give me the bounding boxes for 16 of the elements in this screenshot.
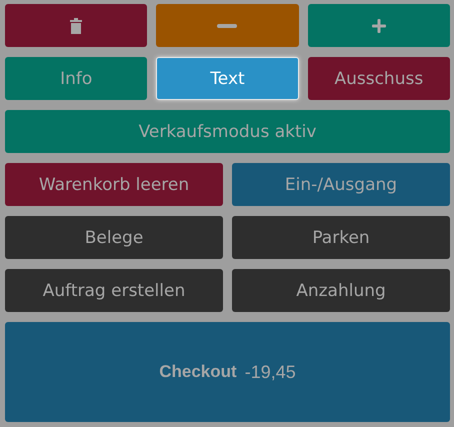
mode-button[interactable]: Ausschuss xyxy=(308,57,450,100)
delete-button[interactable] xyxy=(5,4,148,47)
decrease-button[interactable] xyxy=(156,4,299,47)
action-button[interactable]: Auftrag erstellen xyxy=(5,269,223,312)
checkout-label: Checkout xyxy=(159,362,237,382)
action-button[interactable]: Anzahlung xyxy=(232,269,450,312)
checkout-amount: -19,45 xyxy=(244,362,296,382)
mode-button[interactable]: Text xyxy=(156,57,299,100)
action-button[interactable]: Parken xyxy=(232,216,450,259)
action-button[interactable]: Belege xyxy=(5,216,223,259)
plus-icon xyxy=(370,16,388,34)
minus-icon xyxy=(217,24,238,28)
action-button[interactable]: Ein-/Ausgang xyxy=(232,163,450,206)
action-button[interactable]: Warenkorb leeren xyxy=(5,163,223,206)
checkout-button[interactable]: Checkout -19,45 xyxy=(5,322,450,422)
increase-button[interactable] xyxy=(308,4,450,47)
